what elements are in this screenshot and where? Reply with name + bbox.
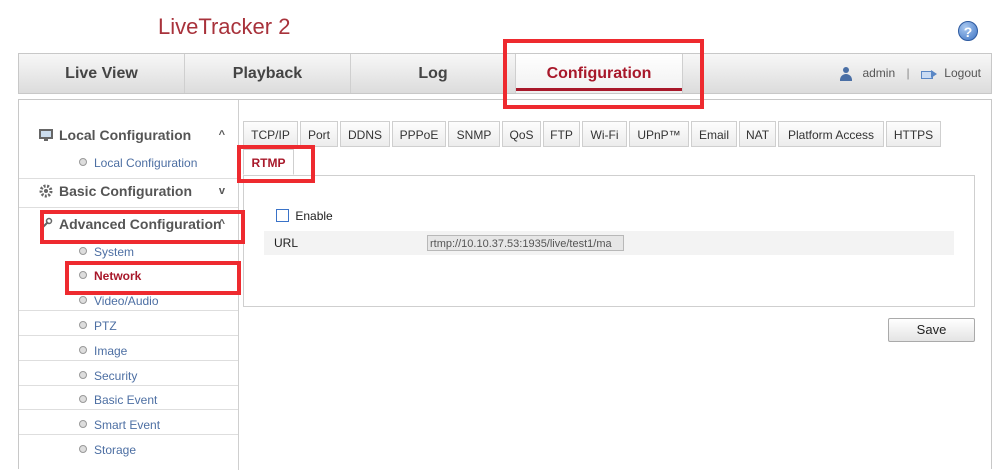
- sidebar-item-label: Basic Event: [94, 393, 158, 407]
- tab-configuration[interactable]: Configuration: [516, 54, 682, 93]
- sidebar-item-local-configuration[interactable]: Local Configuration: [79, 153, 197, 173]
- app-title: LiveTracker 2: [158, 14, 291, 39]
- sidebar-item-label: Storage: [94, 443, 137, 457]
- wrench-icon: [39, 215, 53, 230]
- sidebar-item-label: Smart Event: [94, 418, 161, 432]
- sidebar-item-network[interactable]: Network: [79, 266, 141, 286]
- subtab-port[interactable]: Port: [300, 121, 338, 147]
- divider: [19, 335, 238, 336]
- sidebar-item-ptz[interactable]: PTZ: [79, 316, 117, 336]
- sidebar-item-label: Local Configuration: [94, 156, 198, 170]
- help-icon[interactable]: ?: [958, 21, 978, 41]
- subtab-email[interactable]: Email: [691, 121, 737, 147]
- tab-live-view[interactable]: Live View: [19, 54, 184, 93]
- tab-log[interactable]: Log: [351, 54, 515, 93]
- divider: [19, 207, 238, 208]
- user-area: admin | Logout: [839, 54, 981, 93]
- bullet-icon: [79, 395, 87, 403]
- bullet-icon: [79, 158, 87, 166]
- subtab-snmp[interactable]: SNMP: [448, 121, 500, 147]
- sidebar-item-label: Network: [94, 269, 142, 283]
- subtab-ftp[interactable]: FTP: [543, 121, 580, 147]
- subtab-qos[interactable]: QoS: [502, 121, 541, 147]
- bullet-icon: [79, 420, 87, 428]
- sidebar-item-smart-event[interactable]: Smart Event: [79, 415, 160, 435]
- url-row: URL rtmp://10.10.37.53:1935/live/test1/m…: [264, 231, 954, 255]
- bullet-icon: [79, 321, 87, 329]
- chevron-up-icon[interactable]: ^: [219, 124, 225, 146]
- subtab-https[interactable]: HTTPS: [886, 121, 941, 147]
- logout-icon[interactable]: [920, 69, 937, 79]
- sidebar-header-local[interactable]: Local Configuration ^: [39, 124, 229, 146]
- save-button[interactable]: Save: [888, 318, 975, 342]
- nav-divider: [682, 54, 683, 93]
- sidebar-item-security[interactable]: Security: [79, 366, 137, 386]
- divider: [19, 385, 238, 386]
- bullet-icon: [79, 445, 87, 453]
- url-label: URL: [274, 236, 299, 250]
- user-icon: [839, 66, 853, 81]
- divider: [19, 178, 238, 179]
- subtab-tcp-ip[interactable]: TCP/IP: [243, 121, 298, 147]
- content-area: TCP/IP Port DDNS PPPoE SNMP QoS FTP Wi-F…: [243, 100, 993, 470]
- enable-label: Enable: [295, 209, 333, 223]
- user-separator: |: [906, 66, 910, 81]
- sidebar-item-system[interactable]: System: [79, 242, 134, 262]
- subtab-pppoe[interactable]: PPPoE: [392, 121, 446, 147]
- subtab-upnp[interactable]: UPnP™: [629, 121, 689, 147]
- username[interactable]: admin: [862, 54, 895, 93]
- sidebar-item-storage[interactable]: Storage: [79, 440, 136, 460]
- logout-link[interactable]: Logout: [944, 54, 981, 93]
- sidebar-item-basic-event[interactable]: Basic Event: [79, 390, 157, 410]
- bullet-icon: [79, 371, 87, 379]
- sidebar-item-label: System: [94, 245, 135, 259]
- bullet-icon: [79, 271, 87, 279]
- sidebar-item-image[interactable]: Image: [79, 341, 127, 361]
- top-navigation: Live View Playback Log Configuration adm…: [18, 53, 992, 94]
- main-area: Local Configuration ^ Local Configuratio…: [18, 99, 993, 470]
- divider: [19, 409, 238, 410]
- sidebar-item-label: Security: [94, 369, 138, 383]
- divider: [19, 310, 238, 311]
- bullet-icon: [79, 346, 87, 354]
- url-field[interactable]: rtmp://10.10.37.53:1935/live/test1/ma: [427, 235, 624, 251]
- sidebar: Local Configuration ^ Local Configuratio…: [19, 100, 239, 470]
- enable-row: Enable: [276, 209, 333, 223]
- divider: [19, 434, 238, 435]
- enable-checkbox[interactable]: [276, 209, 289, 222]
- subtab-rtmp[interactable]: RTMP: [243, 149, 294, 175]
- tab-playback[interactable]: Playback: [185, 54, 350, 93]
- sidebar-header-label: Local Configuration: [59, 127, 192, 143]
- divider: [19, 360, 238, 361]
- sidebar-header-label: Advanced Configuration: [59, 216, 222, 232]
- sidebar-item-label: Image: [94, 344, 128, 358]
- chevron-up-icon[interactable]: ^: [219, 213, 225, 235]
- chevron-down-icon[interactable]: v: [219, 180, 225, 202]
- sidebar-header-label: Basic Configuration: [59, 183, 193, 199]
- sidebar-item-label: PTZ: [94, 319, 117, 333]
- subtab-platform-access[interactable]: Platform Access: [778, 121, 884, 147]
- subtab-wifi[interactable]: Wi-Fi: [582, 121, 627, 147]
- sidebar-item-label: Video/Audio: [94, 294, 159, 308]
- rtmp-settings-panel: Enable URL rtmp://10.10.37.53:1935/live/…: [243, 175, 975, 307]
- bullet-icon: [79, 296, 87, 304]
- bullet-icon: [79, 247, 87, 255]
- subtab-nat[interactable]: NAT: [739, 121, 776, 147]
- sidebar-item-video-audio[interactable]: Video/Audio: [79, 291, 159, 311]
- sidebar-header-basic[interactable]: Basic Configuration v: [39, 180, 229, 202]
- local-config-icon: [39, 126, 53, 141]
- sidebar-header-advanced[interactable]: Advanced Configuration ^: [39, 213, 229, 235]
- subtab-ddns[interactable]: DDNS: [340, 121, 390, 147]
- gear-icon: [39, 182, 53, 198]
